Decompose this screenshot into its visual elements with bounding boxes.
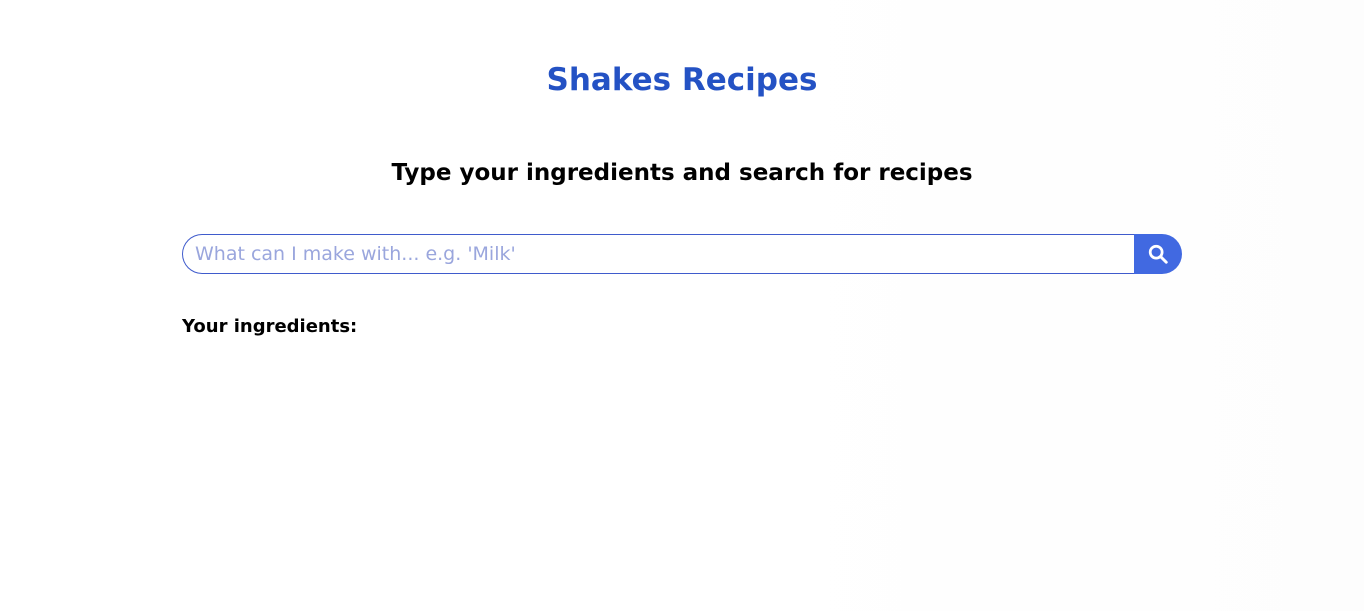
search-bar	[182, 234, 1182, 274]
page: Shakes Recipes Type your ingredients and…	[0, 0, 1364, 611]
search-icon	[1147, 243, 1169, 265]
search-input[interactable]	[182, 234, 1134, 274]
page-title: Shakes Recipes	[546, 62, 818, 98]
ingredients-label: Your ingredients:	[182, 316, 358, 337]
search-button[interactable]	[1134, 234, 1182, 274]
page-subtitle: Type your ingredients and search for rec…	[391, 160, 973, 186]
